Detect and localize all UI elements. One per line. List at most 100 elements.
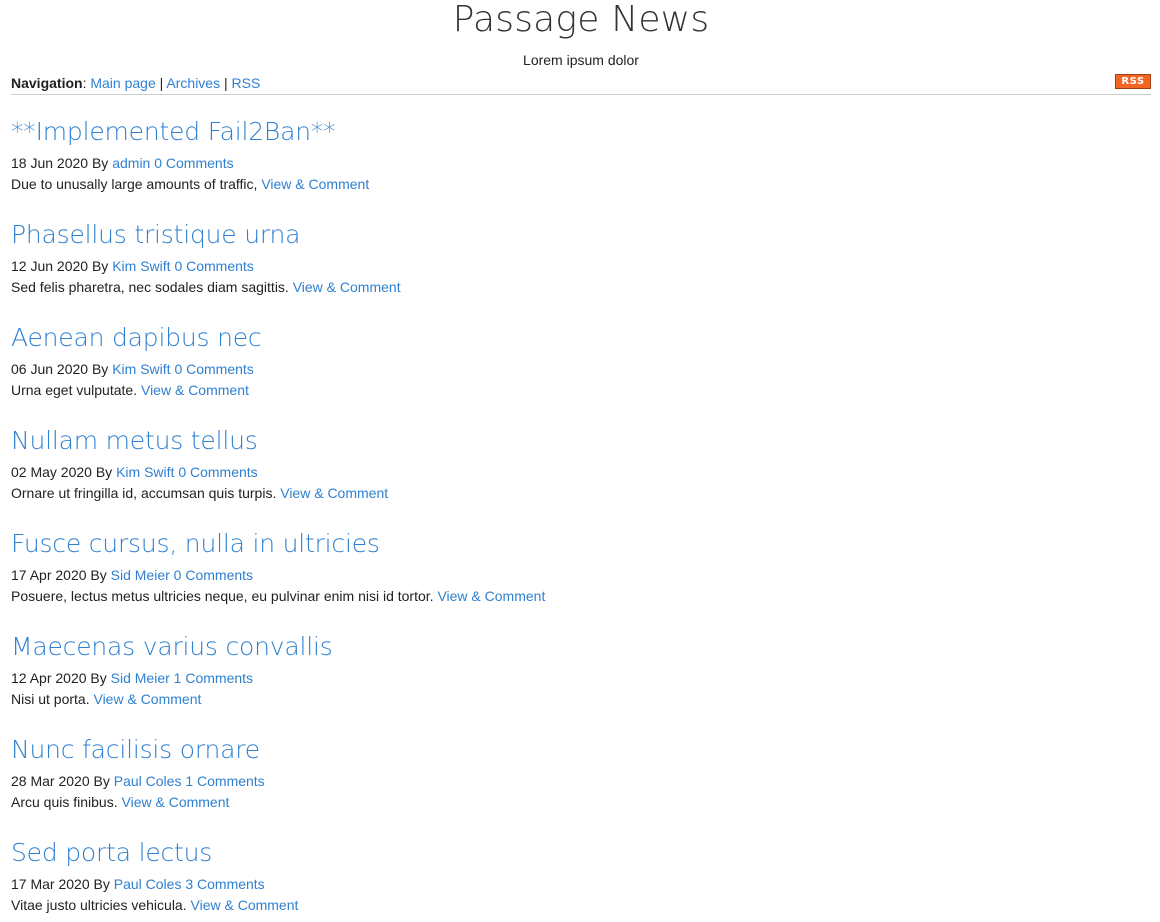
post-author-link[interactable]: Kim Swift — [112, 361, 170, 377]
post-title-link[interactable]: Fusce cursus, nulla in ultricies — [11, 529, 380, 558]
post-meta: 28 Mar 2020 By Paul Coles 1 Comments — [11, 771, 1151, 792]
site-header: Passage News Lorem ipsum dolor — [11, 0, 1151, 69]
post-author-link[interactable]: Sid Meier — [111, 567, 170, 583]
post-comments-link[interactable]: 1 Comments — [185, 773, 264, 789]
post-excerpt: Arcu quis finibus. View & Comment — [11, 792, 1151, 813]
post-item: Nunc facilisis ornare 28 Mar 2020 By Pau… — [11, 735, 1151, 838]
post-excerpt: Urna eget vulputate. View & Comment — [11, 380, 1151, 401]
post-date: 12 Jun 2020 — [11, 258, 89, 274]
view-comment-link[interactable]: View & Comment — [437, 588, 545, 604]
post-author-link[interactable]: admin — [112, 155, 150, 171]
post-comments-link[interactable]: 0 Comments — [154, 155, 233, 171]
post-meta: 17 Mar 2020 By Paul Coles 3 Comments — [11, 874, 1151, 895]
post-excerpt: Posuere, lectus metus ultricies neque, e… — [11, 586, 1151, 607]
post-by-label: By — [90, 670, 107, 686]
post-by-label: By — [91, 258, 109, 274]
view-comment-link[interactable]: View & Comment — [141, 382, 249, 398]
post-date: 17 Apr 2020 — [11, 567, 87, 583]
site-title: Passage News — [452, 0, 710, 40]
post-title: Maecenas varius convallis — [11, 632, 1151, 662]
post-list: **Implemented Fail2Ban** 18 Jun 2020 By … — [11, 117, 1151, 922]
post-meta: 12 Apr 2020 By Sid Meier 1 Comments — [11, 668, 1151, 689]
post-comments-link[interactable]: 3 Comments — [185, 876, 264, 892]
post-by-label: By — [91, 361, 109, 377]
post-excerpt: Due to unusally large amounts of traffic… — [11, 174, 1151, 195]
post-title: Sed porta lectus — [11, 838, 1151, 868]
view-comment-link[interactable]: View & Comment — [122, 794, 230, 810]
post-by-label: By — [91, 155, 109, 171]
post-by-label: By — [93, 876, 110, 892]
post-meta: 18 Jun 2020 By admin 0 Comments — [11, 153, 1151, 174]
nav-link-main-page[interactable]: Main page — [90, 75, 155, 91]
post-author-link[interactable]: Kim Swift — [112, 258, 170, 274]
post-title: Aenean dapibus nec — [11, 323, 1151, 353]
nav-link-archives[interactable]: Archives — [166, 75, 220, 91]
post-comments-link[interactable]: 0 Comments — [174, 567, 253, 583]
post-date: 17 Mar 2020 — [11, 876, 90, 892]
post-excerpt-text: Arcu quis finibus. — [11, 794, 118, 810]
nav-separator: | — [223, 75, 228, 91]
post-by-label: By — [93, 773, 110, 789]
post-excerpt-text: Nisi ut porta. — [11, 691, 90, 707]
post-comments-link[interactable]: 0 Comments — [174, 258, 253, 274]
post-comments-link[interactable]: 1 Comments — [174, 670, 253, 686]
page: Passage News Lorem ipsum dolor Navigatio… — [0, 0, 1160, 922]
nav-link-rss[interactable]: RSS — [232, 75, 261, 91]
view-comment-link[interactable]: View & Comment — [280, 485, 388, 501]
post-title-link[interactable]: Maecenas varius convallis — [11, 632, 333, 661]
post-title: Nunc facilisis ornare — [11, 735, 1151, 765]
post-meta: 12 Jun 2020 By Kim Swift 0 Comments — [11, 256, 1151, 277]
post-title-link[interactable]: Sed porta lectus — [11, 838, 212, 867]
post-by-label: By — [90, 567, 107, 583]
post-title-link[interactable]: Nunc facilisis ornare — [11, 735, 260, 764]
post-item: Phasellus tristique urna 12 Jun 2020 By … — [11, 220, 1151, 323]
post-title: Phasellus tristique urna — [11, 220, 1151, 250]
post-item: **Implemented Fail2Ban** 18 Jun 2020 By … — [11, 117, 1151, 220]
post-excerpt-text: Sed felis pharetra, nec sodales diam sag… — [11, 279, 289, 295]
navigation-bar: Navigation: Main page | Archives | RSS R… — [11, 73, 1151, 95]
post-author-link[interactable]: Sid Meier — [111, 670, 170, 686]
post-meta: 17 Apr 2020 By Sid Meier 0 Comments — [11, 565, 1151, 586]
view-comment-link[interactable]: View & Comment — [293, 279, 401, 295]
post-comments-link[interactable]: 0 Comments — [178, 464, 257, 480]
post-date: 02 May 2020 — [11, 464, 92, 480]
navigation-label: Navigation — [11, 75, 83, 91]
post-excerpt: Nisi ut porta. View & Comment — [11, 689, 1151, 710]
navigation-colon: : — [82, 75, 87, 91]
post-excerpt-text: Ornare ut fringilla id, accumsan quis tu… — [11, 485, 277, 501]
post-meta: 06 Jun 2020 By Kim Swift 0 Comments — [11, 359, 1151, 380]
post-title-link[interactable]: Phasellus tristique urna — [11, 220, 300, 249]
post-title-link[interactable]: Nullam metus tellus — [11, 426, 258, 455]
post-date: 12 Apr 2020 — [11, 670, 87, 686]
post-author-link[interactable]: Kim Swift — [116, 464, 174, 480]
post-author-link[interactable]: Paul Coles — [114, 773, 182, 789]
post-title-link[interactable]: **Implemented Fail2Ban** — [11, 117, 336, 146]
post-author-link[interactable]: Paul Coles — [114, 876, 182, 892]
post-meta: 02 May 2020 By Kim Swift 0 Comments — [11, 462, 1151, 483]
post-excerpt: Vitae justo ultricies vehicula. View & C… — [11, 895, 1151, 916]
post-comments-link[interactable]: 0 Comments — [174, 361, 253, 377]
post-excerpt-text: Urna eget vulputate. — [11, 382, 138, 398]
post-excerpt-text: Posuere, lectus metus ultricies neque, e… — [11, 588, 434, 604]
post-date: 18 Jun 2020 — [11, 155, 89, 171]
post-excerpt-text: Vitae justo ultricies vehicula. — [11, 897, 187, 913]
post-item: Maecenas varius convallis 12 Apr 2020 By… — [11, 632, 1151, 735]
nav-separator: | — [159, 75, 164, 91]
post-item: Nullam metus tellus 02 May 2020 By Kim S… — [11, 426, 1151, 529]
post-item: Fusce cursus, nulla in ultricies 17 Apr … — [11, 529, 1151, 632]
post-date: 28 Mar 2020 — [11, 773, 90, 789]
post-by-label: By — [95, 464, 113, 480]
post-title: Fusce cursus, nulla in ultricies — [11, 529, 1151, 559]
view-comment-link[interactable]: View & Comment — [191, 897, 299, 913]
rss-feed-icon[interactable]: RSS — [1115, 74, 1151, 89]
post-item: Sed porta lectus 17 Mar 2020 By Paul Col… — [11, 838, 1151, 922]
post-item: Aenean dapibus nec 06 Jun 2020 By Kim Sw… — [11, 323, 1151, 426]
post-excerpt: Sed felis pharetra, nec sodales diam sag… — [11, 277, 1151, 298]
view-comment-link[interactable]: View & Comment — [93, 691, 201, 707]
post-date: 06 Jun 2020 — [11, 361, 89, 377]
post-excerpt-text: Due to unusally large amounts of traffic… — [11, 176, 258, 192]
view-comment-link[interactable]: View & Comment — [261, 176, 369, 192]
post-title: **Implemented Fail2Ban** — [11, 117, 1151, 147]
site-subtitle: Lorem ipsum dolor — [523, 52, 639, 68]
post-title-link[interactable]: Aenean dapibus nec — [11, 323, 262, 352]
